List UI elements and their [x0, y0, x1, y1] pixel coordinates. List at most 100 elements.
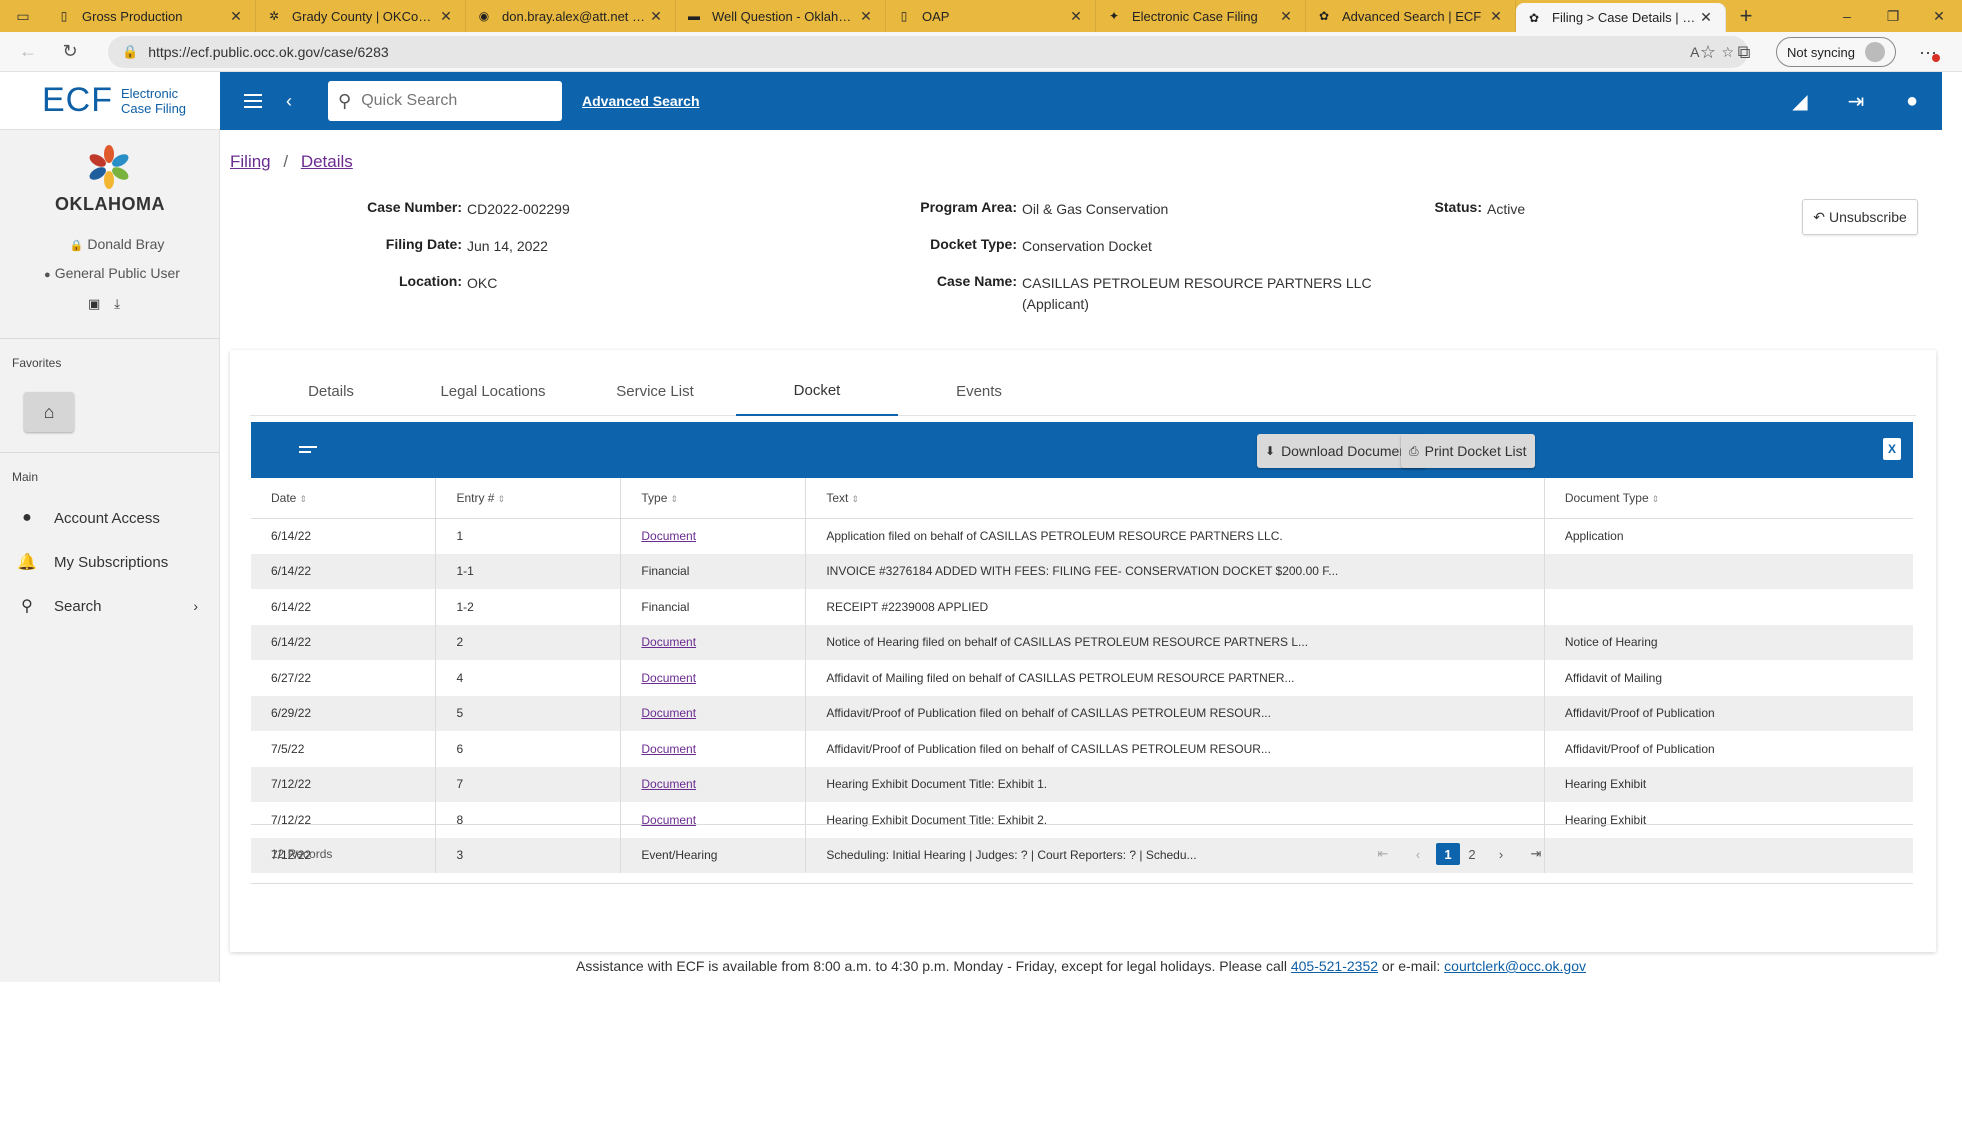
filter-icon[interactable] [299, 446, 317, 456]
quick-search-box[interactable]: ⚲ [328, 81, 562, 121]
lock-icon[interactable]: 🔒 [122, 44, 138, 60]
restore-icon[interactable]: ❐ [1870, 0, 1916, 32]
table-row[interactable]: 7/5/22 6 Document Affidavit/Proof of Public… [251, 731, 1913, 767]
close-window-icon[interactable]: ✕ [1916, 0, 1962, 32]
tab-docket[interactable]: Docket [736, 366, 898, 416]
refresh-icon[interactable]: ↻ [52, 36, 88, 68]
browser-tab[interactable]: ▯ OAP ✕ [886, 0, 1096, 32]
column-header-date[interactable]: Date ⇕ [251, 478, 437, 519]
nav-account-access[interactable]: ● Account Access [0, 498, 220, 538]
page-1-button[interactable]: 1 [1436, 843, 1460, 865]
tab-details[interactable]: Details [250, 366, 412, 416]
record-count: 12 Records [271, 847, 333, 861]
nav-search[interactable]: ⚲ Search › [0, 586, 220, 626]
tab-legal-locations[interactable]: Legal Locations [412, 366, 574, 416]
browser-tab-label: Advanced Search | ECF [1342, 8, 1482, 24]
column-header-document-type[interactable]: Document Type ⇕ [1544, 478, 1913, 519]
browser-tab-label: OAP [922, 8, 950, 24]
table-row[interactable]: 7/12/22 7 Document Hearing Exhibit Document… [251, 766, 1913, 802]
nav-my-subscriptions[interactable]: 🔔 My Subscriptions [0, 542, 220, 582]
table-footer: 12 Records ⇤ ‹ 1 2 › ⇥ [251, 824, 1913, 884]
menu-icon[interactable] [244, 89, 268, 113]
email-prefix: or e-mail: [1381, 958, 1441, 974]
table-row[interactable]: 6/14/22 2 Document Notice of Hearing filed … [251, 624, 1913, 660]
phone-link[interactable]: 405-521-2352 [1291, 958, 1378, 974]
document-link[interactable]: Document [641, 529, 696, 543]
close-tab-icon[interactable]: ✕ [227, 8, 245, 25]
email-link[interactable]: courtclerk@occ.ok.gov [1444, 958, 1586, 974]
url-text[interactable]: https://ecf.public.occ.ok.gov/case/6283 [148, 44, 1668, 60]
close-tab-icon[interactable]: ✕ [1697, 9, 1715, 26]
tab-actions-icon[interactable]: ▭ [0, 0, 46, 32]
tab-service-list[interactable]: Service List [574, 366, 736, 416]
logout-icon[interactable]: ⇥ [1842, 89, 1870, 114]
minimize-icon[interactable]: – [1824, 0, 1870, 32]
back-arrow-icon[interactable]: ← [10, 36, 46, 68]
collapse-chevron-icon[interactable]: ‹ [286, 91, 306, 112]
contact-card-icon[interactable]: ▣ [88, 296, 100, 312]
theme-paint-icon[interactable]: ◢ [1786, 89, 1814, 114]
column-header-entry[interactable]: Entry # ⇕ [435, 478, 622, 519]
print-docket-list-button[interactable]: ⎙ Print Docket List [1401, 434, 1535, 468]
browser-tab[interactable]: ◉ don.bray.alex@att.net - AT ✕ [466, 0, 676, 32]
table-row[interactable]: 6/14/22 1 Document Application filed on beh… [251, 518, 1913, 554]
account-icon[interactable]: ● [1898, 90, 1926, 113]
app-header: ‹ ⚲ Advanced Search ◢ ⇥ ● [220, 72, 1942, 130]
advanced-search-link[interactable]: Advanced Search [582, 93, 700, 109]
close-tab-icon[interactable]: ✕ [647, 8, 665, 25]
document-link[interactable]: Document [641, 742, 696, 756]
close-tab-icon[interactable]: ✕ [1487, 8, 1505, 25]
sort-icon: ⇕ [1651, 493, 1660, 504]
breadcrumb: Filing / Details [230, 152, 353, 172]
more-menu-icon[interactable]: ··· [1910, 38, 1946, 66]
tab-events[interactable]: Events [898, 366, 1060, 416]
breadcrumb-filing[interactable]: Filing [230, 152, 271, 171]
close-tab-icon[interactable]: ✕ [1277, 8, 1295, 25]
cell-document-type [1544, 553, 1913, 589]
browser-tab[interactable]: ▯ Gross Production ✕ [46, 0, 256, 32]
globe-icon: ◉ [478, 9, 490, 23]
ecf-logo[interactable]: ECF Electronic Case Filing [0, 72, 220, 130]
document-link[interactable]: Document [641, 706, 696, 720]
favorites-icon[interactable]: ☆ [1690, 36, 1726, 68]
browser-tab[interactable]: ✿ Filing > Case Details | ECF ✕ [1516, 3, 1726, 32]
unsubscribe-button[interactable]: ↶ Unsubscribe [1802, 199, 1918, 235]
browser-tab[interactable]: ✿ Advanced Search | ECF ✕ [1306, 0, 1516, 32]
table-row[interactable]: 6/27/22 4 Document Affidavit of Mailing fil… [251, 660, 1913, 696]
table-row[interactable]: 6/14/22 1-2 Financial RECEIPT #2239008 APPL… [251, 589, 1913, 625]
table-row[interactable]: 6/14/22 1-1 Financial INVOICE #3276184 ADDE… [251, 553, 1913, 589]
next-page-icon[interactable]: › [1489, 843, 1513, 865]
excel-export-icon[interactable]: X [1883, 438, 1901, 460]
breadcrumb-details[interactable]: Details [301, 152, 353, 171]
cell-type: Document [620, 660, 807, 696]
close-tab-icon[interactable]: ✕ [857, 8, 875, 25]
sync-button[interactable]: Not syncing [1776, 37, 1896, 67]
close-tab-icon[interactable]: ✕ [437, 8, 455, 25]
new-tab-button[interactable]: + [1726, 0, 1766, 32]
browser-tab[interactable]: ▬ Well Question - Oklahoma ✕ [676, 0, 886, 32]
cell-date: 6/14/22 [251, 624, 437, 660]
quick-search-input[interactable] [361, 92, 542, 110]
download-tray-icon[interactable]: ⤓ [114, 296, 120, 312]
column-header-type[interactable]: Type ⇕ [620, 478, 807, 519]
collections-icon[interactable]: ⧉ [1726, 36, 1762, 68]
doc-icon: ▯ [60, 9, 68, 23]
page-2-button[interactable]: 2 [1460, 843, 1484, 865]
close-tab-icon[interactable]: ✕ [1067, 8, 1085, 25]
document-link[interactable]: Document [641, 777, 696, 791]
column-header-text[interactable]: Text ⇕ [805, 478, 1545, 519]
previous-page-icon[interactable]: ‹ [1406, 843, 1430, 865]
home-button[interactable]: ⌂ [24, 392, 74, 432]
browser-tab[interactable]: ✦ Electronic Case Filing ✕ [1096, 0, 1306, 32]
last-page-icon[interactable]: ⇥ [1524, 843, 1548, 865]
document-link[interactable]: Document [641, 635, 696, 649]
table-row[interactable]: 6/29/22 5 Document Affidavit/Proof of Publi… [251, 695, 1913, 731]
lock-icon: 🔒 [69, 240, 84, 252]
account-circle-icon: ● [22, 509, 32, 526]
first-page-icon[interactable]: ⇤ [1371, 843, 1395, 865]
browser-tab[interactable]: ✲ Grady County | OKCountyR ✕ [256, 0, 466, 32]
case-name-label: Case Name: [936, 273, 1017, 289]
url-field[interactable]: 🔒 https://ecf.public.occ.ok.gov/case/628… [108, 36, 1748, 68]
case-name-field: Case Name: CASILLAS PETROLEUM RESOURCE P… [860, 273, 1372, 315]
document-link[interactable]: Document [641, 671, 696, 685]
